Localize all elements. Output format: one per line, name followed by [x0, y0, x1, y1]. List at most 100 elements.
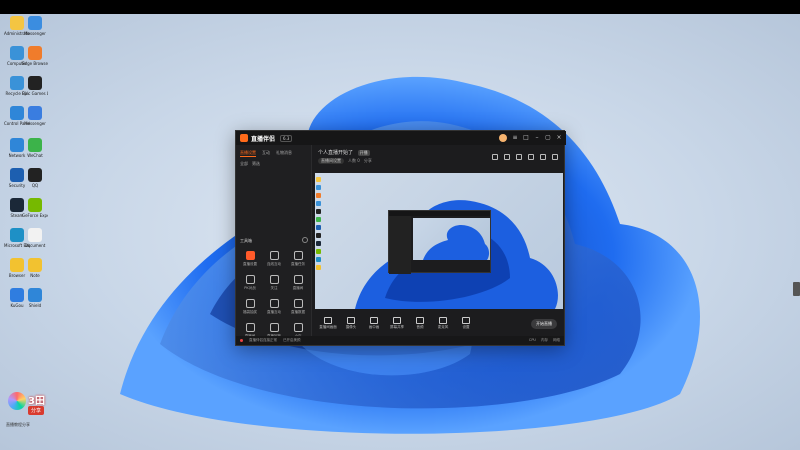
room-title-text: 个人直播开始了	[318, 150, 354, 156]
title-controls: ≡ □ – ▢ ×	[499, 134, 562, 142]
control-label: 音频	[416, 324, 424, 329]
desktop-icon-label: Shield	[28, 303, 42, 308]
filter-row: 全部 筛选	[236, 157, 311, 171]
audio-icon	[416, 316, 424, 324]
control-mic[interactable]: 麦克风	[433, 316, 453, 330]
edge-handle-icon[interactable]	[793, 282, 800, 296]
header-icons	[492, 154, 558, 160]
tool-icon	[293, 323, 303, 332]
filter-all[interactable]: 全部	[240, 161, 248, 167]
tool-item[interactable]: 直播数据	[286, 299, 310, 315]
app-window: 直播伴侣 6.3 ≡ □ – ▢ × 直播设置 互动 礼物消息 全部 筛选 工具…	[235, 130, 566, 346]
tool-icon	[245, 299, 255, 308]
live-preview[interactable]	[315, 173, 563, 309]
tool-item[interactable]: 关注	[262, 275, 286, 291]
screen-share-icon	[393, 316, 401, 324]
tab-live-settings[interactable]: 直播设置	[240, 150, 256, 157]
status-cpu: CPU	[528, 338, 536, 342]
room-settings-button[interactable]: 直播间设置	[318, 158, 344, 164]
control-screen-share[interactable]: 屏幕共享	[387, 316, 407, 330]
tool-item[interactable]: 福袋抽奖	[238, 299, 262, 315]
tool-label: 直播数据	[291, 310, 305, 314]
tools-header: 工具箱	[240, 237, 308, 244]
desktop-icon[interactable]: Document	[22, 228, 48, 248]
control-scene[interactable]: 直播间画面	[318, 316, 338, 330]
desktop-icon-label: QQ	[31, 183, 39, 188]
tools-settings-icon[interactable]	[302, 237, 308, 243]
gear-icon	[462, 316, 470, 324]
app-icon	[28, 258, 42, 272]
tab-interaction[interactable]: 互动	[262, 150, 270, 157]
control-audio[interactable]: 音频	[410, 316, 430, 330]
control-label: 画中画	[368, 324, 380, 329]
filter-option[interactable]: 筛选	[252, 161, 260, 167]
desktop-icon[interactable]: Messenger	[22, 16, 48, 36]
tool-icon	[293, 275, 303, 284]
desktop-icon[interactable]: Edge Browser	[22, 46, 48, 66]
control-settings[interactable]: 设置	[456, 316, 476, 330]
app-icon	[28, 168, 42, 182]
app-logo-icon	[240, 134, 248, 142]
app-icon	[28, 46, 42, 60]
layout-icon[interactable]	[492, 154, 498, 160]
control-camera[interactable]: 摄像头	[341, 316, 361, 330]
desktop-icon-label: Note	[30, 273, 40, 278]
tool-label: 连线互动	[267, 262, 281, 266]
comment-icon[interactable]	[540, 154, 546, 160]
desktop-icon[interactable]: Messenger	[22, 106, 48, 126]
desktop-icon[interactable]: Shield	[22, 288, 48, 308]
tool-label: 直播设置	[243, 262, 257, 266]
control-label: 直播间画面	[319, 324, 337, 329]
control-label: 屏幕共享	[390, 324, 404, 329]
left-panel: 直播设置 互动 礼物消息 全部 筛选 工具箱 直播设置 连线互动 直播任务 PK…	[236, 145, 312, 338]
tool-item[interactable]: PK对战	[238, 275, 262, 291]
share-link[interactable]: 分享	[364, 158, 372, 164]
control-pip[interactable]: 画中画	[364, 316, 384, 330]
tool-label: 直播间	[292, 286, 304, 290]
tool-icon	[269, 323, 279, 332]
watermark-logo: 3田 分享 直播教程分享	[6, 392, 60, 432]
app-icon	[28, 16, 42, 30]
tool-item[interactable]: 直播间	[286, 275, 310, 291]
desktop-icon-label: GeForce Experience	[22, 213, 48, 218]
app-icon	[28, 76, 42, 90]
app-titlebar[interactable]: 直播伴侣 6.3 ≡ □ – ▢ ×	[236, 131, 566, 145]
tool-item[interactable]: 连线互动	[262, 251, 286, 267]
avatar[interactable]	[499, 134, 507, 142]
control-label: 麦克风	[437, 324, 449, 329]
control-label: 摄像头	[345, 324, 357, 329]
camera-icon	[347, 316, 355, 324]
share-icon[interactable]	[552, 154, 558, 160]
tool-item[interactable]: 直播任务	[286, 251, 310, 267]
status-bar: 直播伴侣连接正常 已开启美颜 CPU 内存 网络	[236, 336, 564, 345]
chat-icon[interactable]	[516, 154, 522, 160]
microphone-icon	[439, 316, 447, 324]
tool-icon	[245, 323, 255, 332]
maximize-icon[interactable]: ▢	[545, 135, 551, 141]
desktop-icon-label: WeChat	[27, 153, 43, 158]
desktop-icon[interactable]: GeForce Experience	[22, 198, 48, 218]
status-metrics: CPU 内存 网络	[529, 338, 560, 343]
desktop-icon[interactable]: QQ	[22, 168, 48, 188]
start-live-button[interactable]: 开始直播	[531, 319, 557, 329]
screen-icon[interactable]	[504, 154, 510, 160]
desktop-icon[interactable]: Epic Games Launcher	[22, 76, 48, 96]
close-icon[interactable]: ×	[556, 135, 562, 141]
minimize-icon[interactable]: –	[534, 135, 540, 141]
viewer-count: 人数 0	[348, 158, 360, 163]
tool-item[interactable]: 直播设置	[238, 251, 262, 267]
feedback-icon[interactable]: □	[523, 135, 529, 141]
status-connection: 直播伴侣连接正常	[249, 338, 277, 342]
tool-item[interactable]: 直播互动	[262, 299, 286, 315]
preview-desktop-icons	[316, 177, 322, 273]
pip-icon	[370, 316, 378, 324]
room-title[interactable]: 个人直播开始了 开播	[318, 149, 370, 156]
desktop-icon[interactable]: WeChat	[22, 138, 48, 158]
tool-label: PK对战	[244, 286, 256, 290]
tab-gift-messages[interactable]: 礼物消息	[276, 150, 292, 157]
desktop-icon[interactable]: Note	[22, 258, 48, 278]
message-icon[interactable]	[528, 154, 534, 160]
menu-icon[interactable]: ≡	[512, 135, 518, 141]
status-dot-icon	[240, 339, 243, 342]
app-icon	[28, 228, 42, 242]
